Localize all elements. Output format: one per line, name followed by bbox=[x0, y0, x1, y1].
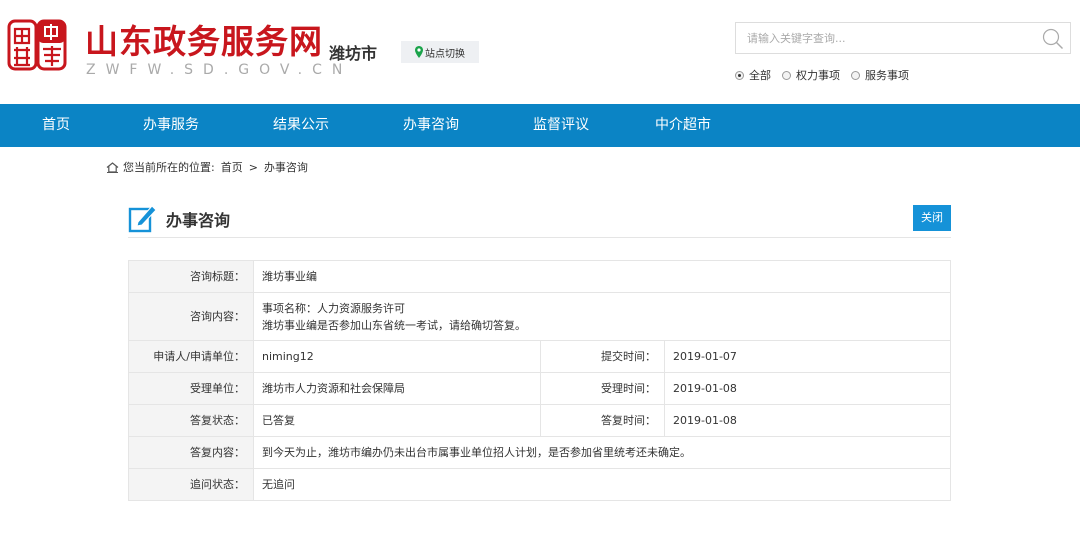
scope-option-all[interactable]: 全部 bbox=[735, 67, 771, 83]
field-label: 受理单位： bbox=[128, 372, 254, 405]
consult-content-line: 潍坊事业编是否参加山东省统一考试，请给确切答复。 bbox=[262, 318, 526, 332]
radio[interactable] bbox=[782, 70, 791, 80]
field-label: 追问状态： bbox=[128, 468, 254, 501]
switch-site-button[interactable]: 站点切换 bbox=[401, 41, 479, 63]
applicant-value: niming12 bbox=[253, 340, 541, 373]
breadcrumb: 您当前所在的位置: 首页 > 办事咨询 bbox=[106, 159, 308, 175]
radio-selected[interactable] bbox=[735, 70, 744, 80]
scope-label: 权力事项 bbox=[796, 69, 840, 82]
field-label: 答复时间： bbox=[540, 404, 665, 437]
edit-icon bbox=[128, 205, 157, 233]
consult-content-value: 事项名称：人力资源服务许可 潍坊事业编是否参加山东省统一考试，请给确切答复。 bbox=[253, 292, 951, 341]
search-scope-group: 全部 权力事项 服务事项 bbox=[735, 67, 920, 83]
switch-site-label: 站点切换 bbox=[425, 48, 465, 60]
section-header: 办事咨询 关闭 bbox=[128, 200, 951, 238]
site-logo-seal[interactable] bbox=[7, 19, 67, 71]
home-icon bbox=[106, 161, 119, 173]
scope-option-power[interactable]: 权力事项 bbox=[782, 67, 840, 83]
search-box bbox=[735, 22, 1071, 54]
field-label: 答复内容： bbox=[128, 436, 254, 469]
table-row: 受理单位： 潍坊市人力资源和社会保障局 受理时间： 2019-01-08 bbox=[128, 372, 951, 405]
nav-item-results[interactable]: 结果公示 bbox=[273, 104, 329, 147]
breadcrumb-current: 办事咨询 bbox=[263, 161, 308, 174]
consult-title-value: 潍坊事业编 bbox=[253, 260, 951, 293]
table-row: 申请人/申请单位： niming12 提交时间： 2019-01-07 bbox=[128, 340, 951, 373]
reply-time-value: 2019-01-08 bbox=[664, 404, 951, 437]
field-label: 答复状态： bbox=[128, 404, 254, 437]
table-row: 追问状态： 无追问 bbox=[128, 468, 951, 501]
reply-content-value: 到今天为止，潍坊市编办仍未出台市属事业单位招人计划，是否参加省里统考还未确定。 bbox=[253, 436, 951, 469]
nav-item-home[interactable]: 首页 bbox=[42, 104, 70, 147]
field-label: 申请人/申请单位： bbox=[128, 340, 254, 373]
reply-status-value: 已答复 bbox=[253, 404, 541, 437]
breadcrumb-prefix: 您当前所在的位置: bbox=[123, 161, 215, 174]
scope-label: 服务事项 bbox=[865, 69, 909, 82]
nav-item-consult[interactable]: 办事咨询 bbox=[403, 104, 459, 147]
close-button[interactable]: 关闭 bbox=[913, 205, 951, 231]
consultation-detail-table: 咨询标题： 潍坊事业编 咨询内容： 事项名称：人力资源服务许可 潍坊事业编是否参… bbox=[128, 260, 951, 501]
nav-item-supervision[interactable]: 监督评议 bbox=[533, 104, 589, 147]
breadcrumb-link-home[interactable]: 首页 bbox=[221, 159, 243, 175]
section-title: 办事咨询 bbox=[166, 211, 231, 230]
site-title[interactable]: 山东政务服务网 bbox=[85, 22, 323, 62]
field-label: 受理时间： bbox=[540, 372, 665, 405]
nav-item-agency-market[interactable]: 中介超市 bbox=[655, 104, 711, 147]
table-row: 答复内容： 到今天为止，潍坊市编办仍未出台市属事业单位招人计划，是否参加省里统考… bbox=[128, 436, 951, 469]
accept-time-value: 2019-01-08 bbox=[664, 372, 951, 405]
breadcrumb-separator: > bbox=[248, 160, 258, 174]
radio[interactable] bbox=[851, 70, 860, 80]
city-name: 潍坊市 bbox=[329, 44, 378, 63]
scope-option-service[interactable]: 服务事项 bbox=[851, 67, 909, 83]
field-label: 咨询标题： bbox=[128, 260, 254, 293]
table-row: 答复状态： 已答复 答复时间： 2019-01-08 bbox=[128, 404, 951, 437]
search-icon[interactable] bbox=[1042, 28, 1064, 50]
field-label: 提交时间： bbox=[540, 340, 665, 373]
followup-status-value: 无追问 bbox=[253, 468, 951, 501]
handler-value: 潍坊市人力资源和社会保障局 bbox=[253, 372, 541, 405]
search-input[interactable] bbox=[736, 23, 1026, 53]
nav-item-services[interactable]: 办事服务 bbox=[143, 104, 199, 147]
submit-time-value: 2019-01-07 bbox=[664, 340, 951, 373]
table-row: 咨询内容： 事项名称：人力资源服务许可 潍坊事业编是否参加山东省统一考试，请给确… bbox=[128, 292, 951, 341]
table-row: 咨询标题： 潍坊事业编 bbox=[128, 260, 951, 293]
scope-label: 全部 bbox=[749, 69, 771, 82]
field-label: 咨询内容： bbox=[128, 292, 254, 341]
main-nav: 首页 办事服务 结果公示 办事咨询 监督评议 中介超市 bbox=[0, 104, 1080, 147]
site-url: ZWFW.SD.GOV.CN bbox=[86, 62, 353, 78]
location-pin-icon bbox=[415, 46, 423, 58]
consult-content-line: 事项名称：人力资源服务许可 bbox=[262, 301, 405, 315]
